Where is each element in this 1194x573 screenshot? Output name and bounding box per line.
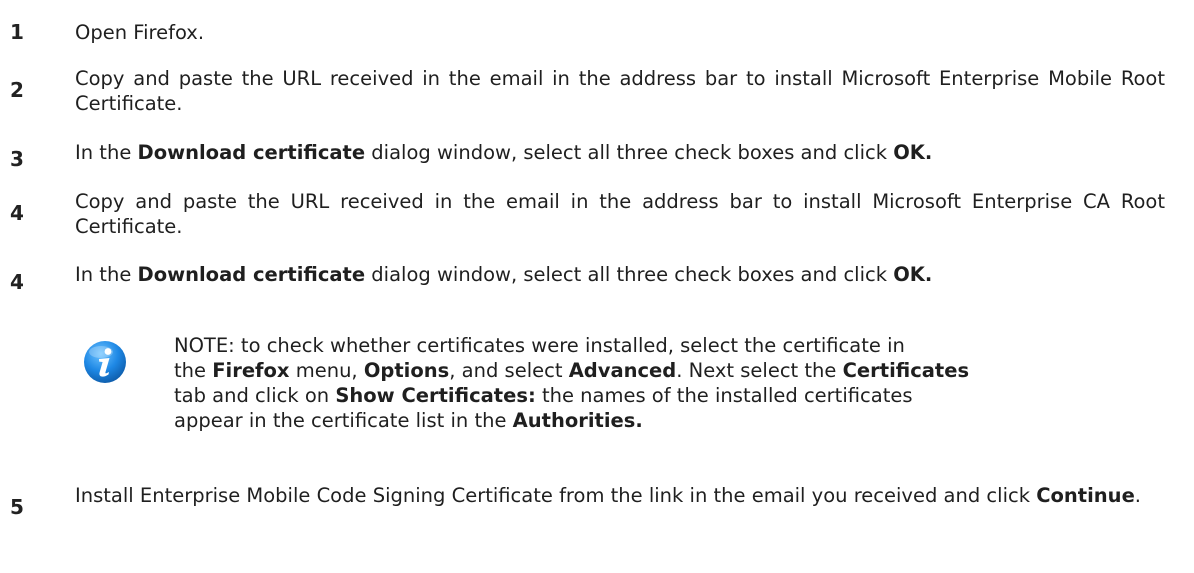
step-number: 4 [10,270,24,294]
step-number: 4 [10,201,24,225]
text-run: Install Enterprise Mobile Code Signing C… [75,484,1037,507]
step-text: In the Download certificate dialog windo… [75,140,1165,165]
bold-term: Download certificate [137,141,366,164]
step-text: Open Firefox. [75,20,1165,45]
note-line: tab and click on Show Certificates: the … [174,383,1174,408]
bold-term: OK. [893,263,933,286]
text-run: , and select [449,359,569,382]
bold-term: Continue [1036,484,1135,507]
text-run: the names of the installed certificates [535,384,913,407]
step-text: Copy and paste the URL received in the e… [75,189,1165,239]
step-number: 2 [10,78,24,102]
text-run: In the [75,141,138,164]
text-run: appear in the certificate list in the [174,409,513,432]
note-text: NOTE: to check whether certificates were… [174,333,1174,433]
note-line: NOTE: to check whether certificates were… [174,333,1174,358]
text-run: the [174,359,213,382]
bold-term: Options [363,359,450,382]
step-text: Copy and paste the URL received in the e… [75,66,1165,116]
text-run: tab and click on [174,384,336,407]
step-text: In the Download certificate dialog windo… [75,262,1165,287]
bold-term: Certificates [842,359,970,382]
bold-term: Download certificate [137,263,366,286]
step-number: 3 [10,147,24,171]
text-run: dialog window, select all three check bo… [365,263,894,286]
info-icon [84,341,126,383]
note-line: appear in the certificate list in the Au… [174,408,1174,433]
text-run: menu, [289,359,364,382]
step-text: Install Enterprise Mobile Code Signing C… [75,483,1165,508]
bold-term: Show Certificates: [335,384,536,407]
text-run: Copy and paste the URL received in the e… [75,190,1165,238]
text-run: In the [75,263,138,286]
text-run: Copy and paste the URL received in the e… [75,67,1165,115]
text-run: . Next select the [676,359,843,382]
bold-term: Authorities. [512,409,643,432]
bold-term: Advanced [568,359,677,382]
bold-term: Firefox [212,359,290,382]
note-line: the Firefox menu, Options, and select Ad… [174,358,1174,383]
bold-term: OK. [893,141,933,164]
step-number: 5 [10,495,24,519]
text-run: Open Firefox. [75,21,205,44]
text-run: NOTE: to check whether certificates were… [174,334,905,357]
step-number: 1 [10,20,24,44]
text-run: dialog window, select all three check bo… [365,141,894,164]
text-run: . [1134,484,1141,507]
